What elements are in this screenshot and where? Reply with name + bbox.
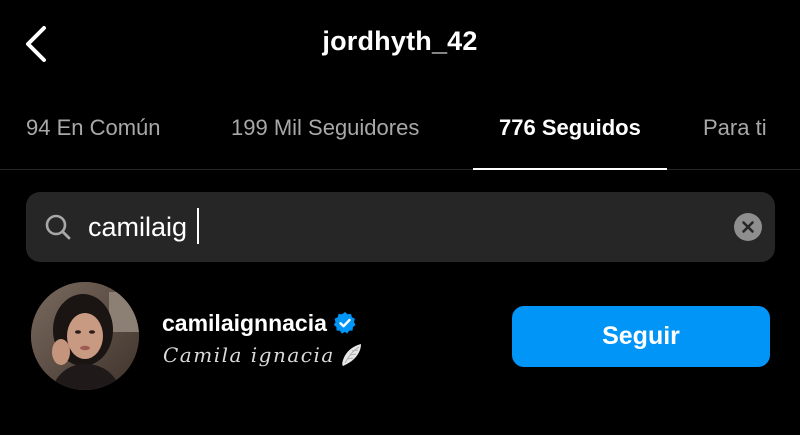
tab-followers[interactable]: 199 Mil Seguidores xyxy=(231,96,419,169)
username-row: camilaignnacia xyxy=(162,308,357,338)
username[interactable]: camilaignnacia xyxy=(162,310,327,337)
search-input[interactable] xyxy=(88,205,708,249)
text-caret xyxy=(197,208,199,244)
search-icon xyxy=(45,214,71,240)
clear-icon xyxy=(742,221,754,233)
follow-button[interactable]: Seguir xyxy=(512,306,770,367)
tab-for-you[interactable]: Para ti xyxy=(703,96,767,169)
wing-icon xyxy=(339,342,365,368)
full-name: Camila ignacia xyxy=(163,343,335,367)
clear-search-button[interactable] xyxy=(734,213,762,241)
header: jordhyth_42 xyxy=(0,0,800,90)
search-bar xyxy=(26,192,775,262)
tab-bar: 94 En Común 199 Mil Seguidores 776 Segui… xyxy=(0,96,800,170)
verified-badge-icon xyxy=(333,311,357,335)
profile-photo xyxy=(31,282,139,390)
tab-mutual[interactable]: 94 En Común xyxy=(26,96,161,169)
tab-following[interactable]: 776 Seguidos xyxy=(473,96,667,170)
avatar[interactable] xyxy=(31,282,139,390)
page-title: jordhyth_42 xyxy=(322,26,478,56)
full-name-row: Camila ignacia xyxy=(163,340,365,370)
